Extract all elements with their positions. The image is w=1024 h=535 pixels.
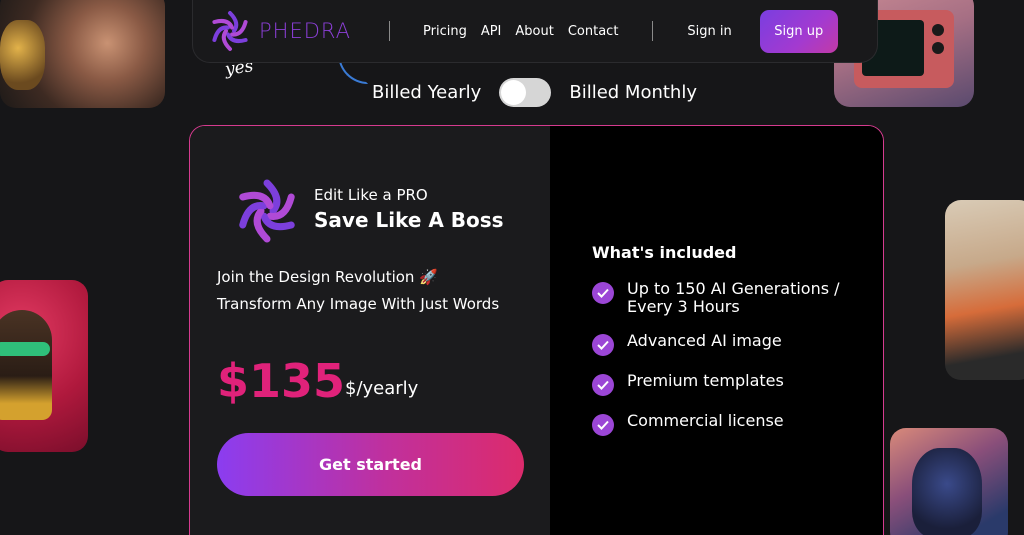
check-circle-icon [592, 282, 614, 304]
check-circle-icon [592, 334, 614, 356]
pricing-card: Edit Like a PRO Save Like A Boss Join th… [189, 125, 884, 535]
top-navbar: PHEDRA Pricing API About Contact Sign in… [192, 0, 878, 63]
nav-link-pricing[interactable]: Pricing [423, 24, 467, 39]
nav-divider [652, 21, 654, 41]
toggle-knob [501, 80, 527, 105]
plan-features: What's included Up to 150 AI Generations… [550, 126, 883, 535]
check-circle-icon [592, 414, 614, 436]
signin-link[interactable]: Sign in [687, 24, 731, 39]
tagline-line1: Edit Like a PRO [314, 186, 428, 204]
billed-monthly-label: Billed Monthly [569, 82, 697, 103]
abstract-art-image [945, 200, 1024, 380]
brand-logo[interactable]: PHEDRA [207, 8, 351, 54]
nav-divider [389, 21, 390, 41]
feature-item: Up to 150 AI Generations / Every 3 Hours [592, 280, 857, 316]
billing-toggle-row: Billed Yearly Billed Monthly [372, 78, 697, 107]
phedra-star-logo-icon [239, 179, 295, 243]
billed-yearly-label: Billed Yearly [372, 82, 482, 103]
phedra-star-logo-icon [212, 11, 248, 51]
plan-price: $135 [217, 354, 346, 408]
feature-text: Up to 150 AI Generations / Every 3 Hours [627, 279, 840, 316]
nav-link-about[interactable]: About [515, 24, 553, 39]
feature-text: Commercial license [627, 411, 784, 430]
feature-item: Advanced AI image [592, 332, 857, 356]
nav-link-api[interactable]: API [481, 24, 502, 39]
signup-button[interactable]: Sign up [759, 9, 838, 53]
get-started-button[interactable]: Get started [217, 433, 524, 496]
feature-list: Up to 150 AI Generations / Every 3 Hours… [592, 280, 857, 452]
brand-name: PHEDRA [259, 19, 351, 43]
plan-period: $/yearly [345, 378, 419, 399]
nav-link-contact[interactable]: Contact [568, 24, 619, 39]
billing-toggle[interactable] [499, 78, 552, 107]
feature-item: Premium templates [592, 372, 857, 396]
tagline-line2: Save Like A Boss [314, 208, 504, 232]
nav-links: Pricing API About Contact [423, 24, 618, 39]
plan-summary: Edit Like a PRO Save Like A Boss Join th… [190, 126, 550, 535]
check-circle-icon [592, 374, 614, 396]
included-title: What's included [592, 243, 737, 262]
dog-sunglasses-image [0, 280, 88, 452]
painted-face-image [890, 428, 1008, 535]
feature-text: Advanced AI image [627, 331, 782, 350]
plan-description: Join the Design Revolution 🚀 Transform A… [217, 268, 500, 313]
woman-portrait-image [0, 0, 165, 108]
feature-text: Premium templates [627, 371, 784, 390]
feature-item: Commercial license [592, 412, 857, 436]
